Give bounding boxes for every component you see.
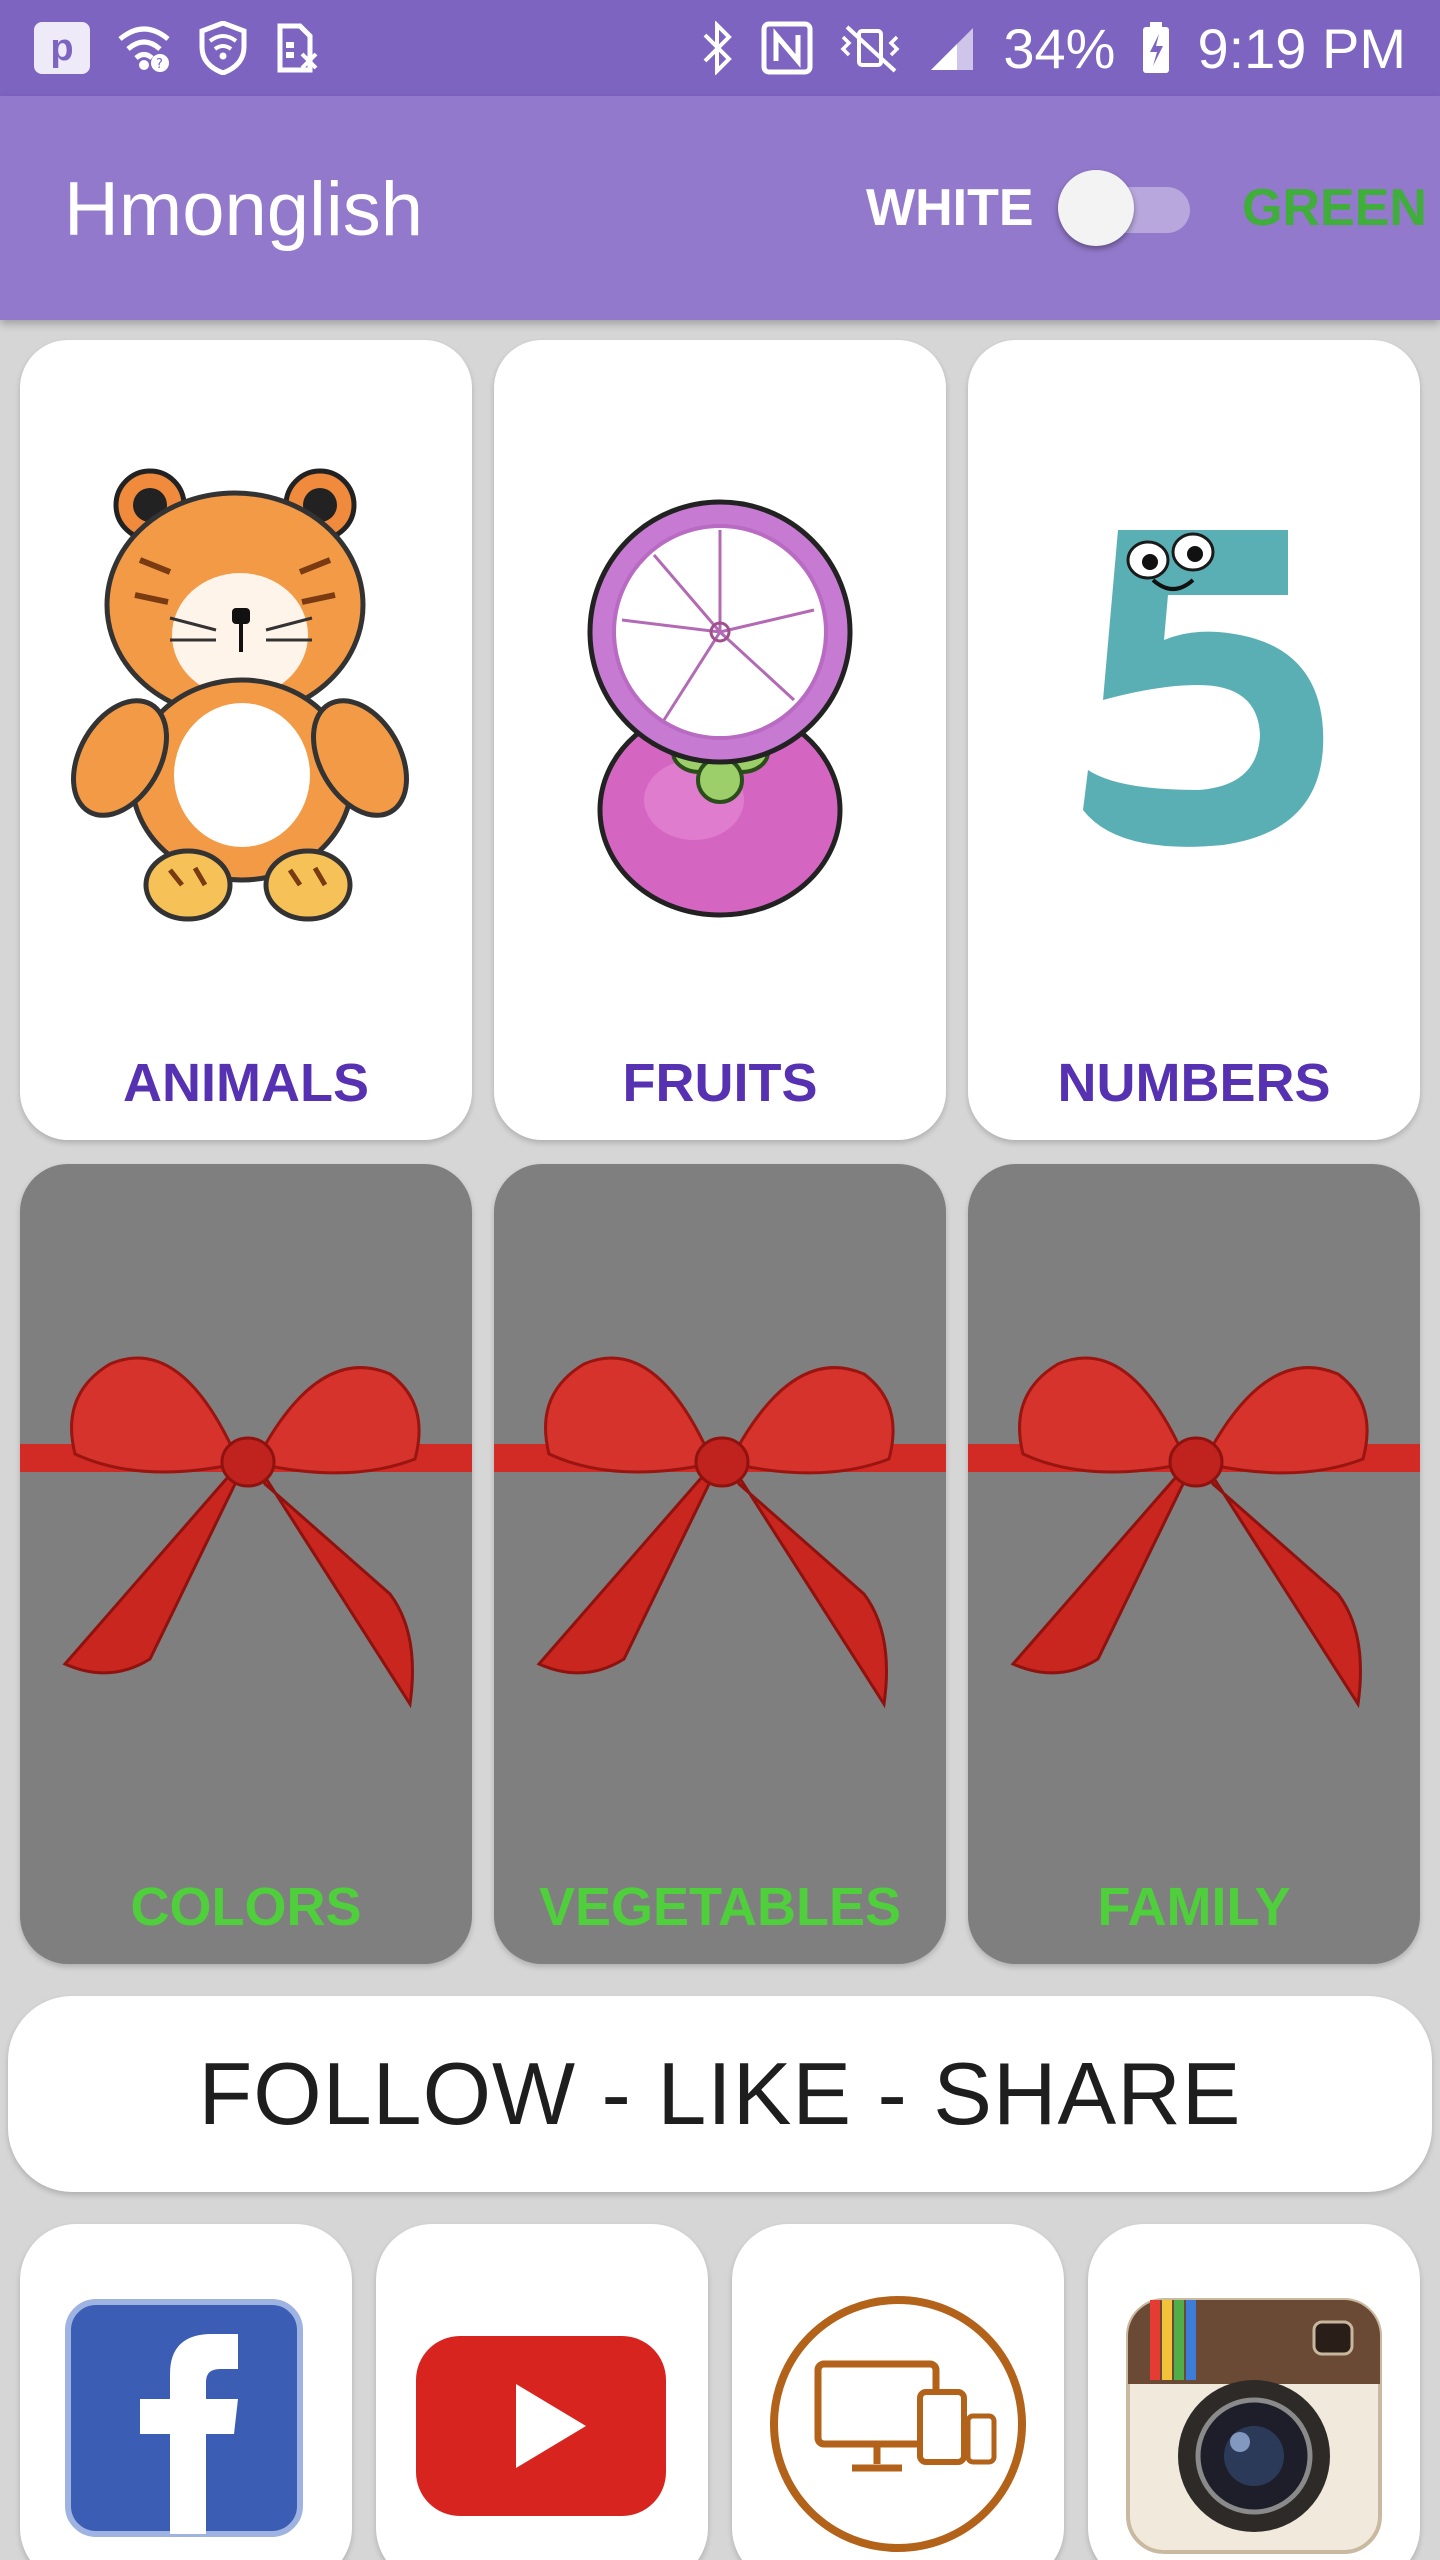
red-ribbon-bow — [20, 1356, 472, 1709]
mangosteen-illustration — [587, 499, 853, 918]
battery-icon — [1141, 22, 1171, 74]
pocket-icon: p — [34, 22, 90, 74]
follow-banner-text: FOLLOW - LIKE - SHARE — [198, 2044, 1242, 2143]
app-title: Hmonglish — [64, 167, 424, 252]
category-label: ANIMALS — [123, 1053, 369, 1113]
category-label: FAMILY — [1097, 1877, 1291, 1937]
facebook-icon — [65, 2299, 303, 2537]
theme-label-white: WHITE — [866, 179, 1034, 237]
category-label: VEGETABLES — [538, 1877, 902, 1937]
vibrate-icon — [839, 23, 901, 73]
category-card-family[interactable]: FAMILY — [968, 1164, 1420, 1964]
category-card-animals[interactable]: ANIMALS — [20, 340, 472, 1140]
svg-text:?: ? — [156, 57, 163, 72]
category-label: NUMBERS — [1057, 1053, 1331, 1113]
category-label: COLORS — [130, 1877, 362, 1937]
number-five-illustration — [1083, 530, 1324, 847]
category-card-vegetables[interactable]: VEGETABLES — [494, 1164, 946, 1964]
status-left-icons: p ? — [34, 21, 320, 75]
status-right-icons: 34% 9:19 PM — [701, 16, 1406, 81]
status-bar: p ? 34% 9:19 PM — [0, 0, 1440, 96]
battery-percent: 34% — [1003, 16, 1116, 80]
app-bar: Hmonglish WHITE GREEN — [0, 96, 1440, 320]
nfc-icon — [761, 21, 813, 75]
clock: 9:19 PM — [1197, 16, 1406, 80]
facebook-link[interactable] — [20, 2224, 352, 2560]
theme-toggle-switch[interactable] — [1058, 170, 1192, 246]
red-ribbon-bow — [968, 1356, 1420, 1709]
category-card-numbers[interactable]: NUMBERS — [968, 340, 1420, 1140]
website-link[interactable] — [732, 2224, 1064, 2560]
youtube-link[interactable] — [376, 2224, 708, 2560]
website-devices-icon — [770, 2296, 1026, 2552]
category-card-fruits[interactable]: FRUITS — [494, 340, 946, 1140]
instagram-icon — [1126, 2298, 1382, 2554]
youtube-icon — [416, 2336, 666, 2516]
sim-icon — [274, 22, 320, 74]
toggle-knob — [1058, 170, 1134, 246]
instagram-link[interactable] — [1088, 2224, 1420, 2560]
red-ribbon-bow — [494, 1356, 946, 1709]
bluetooth-icon — [701, 21, 735, 75]
signal-icon — [927, 24, 977, 72]
theme-label-green: GREEN — [1242, 179, 1427, 237]
follow-like-share-banner: FOLLOW - LIKE - SHARE — [8, 1996, 1432, 2192]
shield-icon — [198, 21, 248, 75]
category-card-colors[interactable]: COLORS — [20, 1164, 472, 1964]
category-label: FRUITS — [622, 1053, 818, 1113]
wifi-icon: ? — [116, 23, 172, 73]
tiger-illustration — [71, 468, 409, 922]
